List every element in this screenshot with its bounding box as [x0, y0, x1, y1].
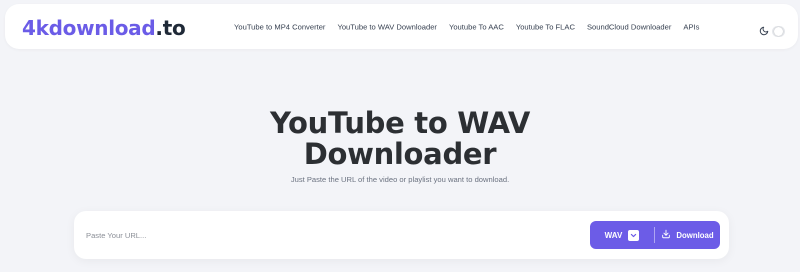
- nav-link-soundcloud-downloader[interactable]: SoundCloud Downloader: [587, 23, 671, 32]
- page-subtitle: Just Paste the URL of the video or playl…: [290, 175, 510, 184]
- page-title: YouTube to WAV Downloader: [0, 108, 800, 170]
- logo-tld-text: .to: [155, 16, 186, 40]
- main-nav: YouTube to MP4 Converter YouTube to WAV …: [234, 23, 699, 32]
- page-title-line-1: YouTube to WAV: [270, 106, 530, 140]
- format-select[interactable]: WAV: [590, 221, 654, 249]
- nav-link-wav-downloader[interactable]: YouTube to WAV Downloader: [337, 23, 436, 32]
- nav-link-mp4-converter[interactable]: YouTube to MP4 Converter: [234, 23, 325, 32]
- url-input[interactable]: [86, 225, 566, 245]
- nav-link-aac[interactable]: Youtube To AAC: [449, 23, 504, 32]
- theme-switch-knob: [774, 26, 783, 36]
- page-title-line-2: Downloader: [303, 137, 497, 171]
- download-action-group: WAV Download: [590, 221, 720, 249]
- chevron-down-icon: [628, 229, 640, 241]
- nav-link-apis[interactable]: APIs: [683, 23, 699, 32]
- top-navbar: 4kdownload.to YouTube to MP4 Converter Y…: [5, 4, 798, 49]
- logo-brand-text: 4kdownload: [22, 16, 156, 40]
- download-button[interactable]: Download: [655, 221, 720, 249]
- nav-link-flac[interactable]: Youtube To FLAC: [516, 23, 575, 32]
- theme-switch[interactable]: [772, 25, 785, 37]
- download-icon: [661, 229, 671, 241]
- download-button-label: Download: [676, 230, 714, 240]
- format-select-value: WAV: [604, 230, 623, 240]
- moon-icon: [757, 24, 771, 38]
- site-logo[interactable]: 4kdownload.to: [22, 16, 186, 40]
- theme-toggle[interactable]: [757, 23, 787, 39]
